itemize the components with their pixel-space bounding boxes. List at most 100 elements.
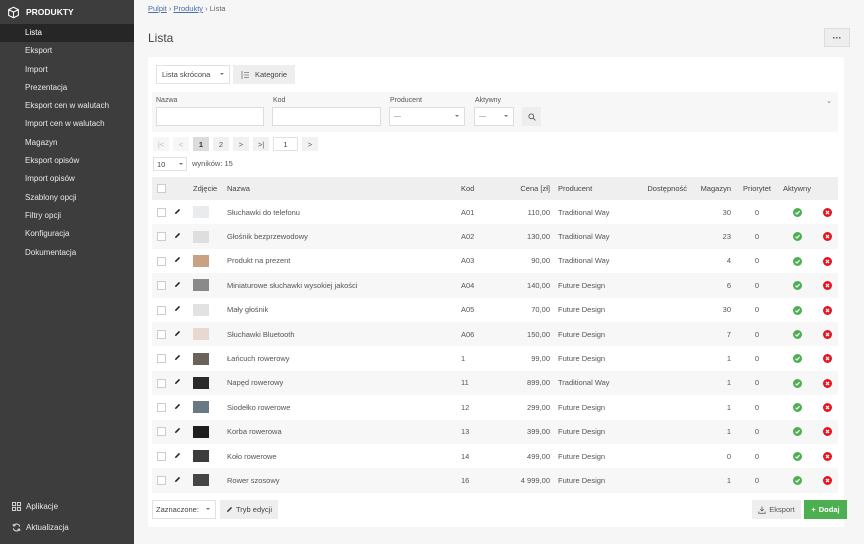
pencil-icon[interactable] xyxy=(174,281,181,288)
categories-button[interactable]: Kategorie xyxy=(233,65,295,84)
row-checkbox[interactable] xyxy=(157,476,166,486)
col-availability[interactable]: Dostępność xyxy=(638,177,693,200)
table-row[interactable]: Napęd rowerowy 11 899,00 Traditional Way 1 0 xyxy=(152,370,838,396)
product-thumbnail[interactable] xyxy=(193,328,209,341)
table-row[interactable]: Łańcuch rowerowy 1 99,00 Future Design 1 0 xyxy=(152,346,838,371)
pencil-icon[interactable] xyxy=(174,452,181,459)
filter-name-input[interactable] xyxy=(156,107,264,126)
col-price[interactable]: Cena [zł] xyxy=(506,177,558,200)
table-row[interactable]: Siodełko rowerowe 12 299,00 Future Design 1 0 xyxy=(152,395,838,420)
collapse-chevron-icon[interactable]: ⌄ xyxy=(826,97,832,105)
active-check-icon[interactable] xyxy=(792,329,802,339)
active-check-icon[interactable] xyxy=(792,403,802,413)
delete-icon[interactable] xyxy=(823,281,832,291)
pencil-icon[interactable] xyxy=(174,305,181,312)
row-checkbox[interactable] xyxy=(157,451,166,461)
delete-icon[interactable] xyxy=(823,476,832,486)
sidebar-item-aktualizacja[interactable]: Aktualizacja xyxy=(0,517,134,538)
pencil-icon[interactable] xyxy=(174,403,181,410)
pencil-icon[interactable] xyxy=(174,232,181,239)
product-thumbnail[interactable] xyxy=(193,376,209,389)
search-button[interactable] xyxy=(522,107,541,126)
delete-icon[interactable] xyxy=(823,207,832,217)
active-check-icon[interactable] xyxy=(792,281,802,291)
delete-icon[interactable] xyxy=(823,403,832,413)
sidebar-item-lista[interactable]: Lista xyxy=(0,24,134,43)
last-page-button[interactable]: >| xyxy=(253,137,269,151)
table-row[interactable]: Korba rowerowa 13 399,00 Future Design 1 0 xyxy=(152,419,838,444)
sidebar-item-prezentacja[interactable]: Prezentacja xyxy=(0,79,134,97)
row-checkbox[interactable] xyxy=(157,305,166,315)
delete-icon[interactable] xyxy=(823,329,832,339)
table-row[interactable]: Mały głośnik A05 70,00 Future Design 30 0 xyxy=(152,297,838,322)
col-priority[interactable]: Priorytet xyxy=(737,177,777,200)
table-row[interactable]: Głośnik bezprzewodowy A02 130,00 Traditiona… xyxy=(152,224,838,249)
product-thumbnail[interactable] xyxy=(193,352,209,365)
active-check-icon[interactable] xyxy=(792,305,802,315)
sidebar-item-eksport-cen-w-walutach[interactable]: Eksport cen w walutach xyxy=(0,97,134,115)
name-cell[interactable]: Siodełko rowerowe xyxy=(227,395,461,419)
active-check-icon[interactable] xyxy=(792,378,802,388)
bulk-action-select[interactable]: Zaznaczone: xyxy=(152,500,216,519)
name-cell[interactable]: Koło rowerowe xyxy=(227,444,461,468)
row-checkbox[interactable] xyxy=(157,403,166,413)
next-page-button[interactable]: > xyxy=(233,137,249,151)
pencil-icon[interactable] xyxy=(174,208,181,215)
row-checkbox[interactable] xyxy=(157,256,166,266)
col-producer[interactable]: Producent xyxy=(558,177,638,200)
product-thumbnail[interactable] xyxy=(193,254,209,267)
row-checkbox[interactable] xyxy=(157,232,166,242)
delete-icon[interactable] xyxy=(823,378,832,388)
sidebar-item-magazyn[interactable]: Magazyn xyxy=(0,134,134,152)
sidebar-item-eksport[interactable]: Eksport xyxy=(0,42,134,60)
pencil-icon[interactable] xyxy=(174,427,181,434)
table-row[interactable]: Produkt na prezent A03 90,00 Traditional Wa… xyxy=(152,248,838,274)
table-row[interactable]: Miniaturowe słuchawki wysokiej jakości A0… xyxy=(152,273,838,298)
sidebar-item-szablony-opcji[interactable]: Szablony opcji xyxy=(0,189,134,207)
add-product-button[interactable]: + Dodaj xyxy=(804,500,847,519)
export-button[interactable]: Eksport xyxy=(752,500,801,519)
row-checkbox[interactable] xyxy=(157,378,166,388)
product-thumbnail[interactable] xyxy=(193,450,209,463)
filter-code-input[interactable] xyxy=(272,107,381,126)
sidebar-item-filtry-opcji[interactable]: Filtry opcji xyxy=(0,207,134,225)
col-stock[interactable]: Magazyn xyxy=(693,177,737,200)
row-checkbox[interactable] xyxy=(157,329,166,339)
name-cell[interactable]: Korba rowerowa xyxy=(227,420,461,444)
page-number-input[interactable]: 1 xyxy=(273,137,298,151)
sidebar-item-import-cen-w-walutach[interactable]: Import cen w walutach xyxy=(0,115,134,133)
sidebar-item-konfiguracja[interactable]: Konfiguracja xyxy=(0,225,134,243)
sidebar-item-dokumentacja[interactable]: Dokumentacja xyxy=(0,244,134,262)
name-cell[interactable]: Słuchawki do telefonu xyxy=(227,200,461,224)
name-cell[interactable]: Produkt na prezent xyxy=(227,249,461,273)
per-page-select[interactable]: 10 xyxy=(153,157,187,171)
col-code[interactable]: Kod xyxy=(461,177,506,200)
active-check-icon[interactable] xyxy=(792,232,802,242)
row-checkbox[interactable] xyxy=(157,427,166,437)
col-active[interactable]: Aktywny xyxy=(777,177,817,200)
delete-icon[interactable] xyxy=(823,305,832,315)
view-mode-select[interactable]: Lista skrócona xyxy=(156,65,230,84)
delete-icon[interactable] xyxy=(823,427,832,437)
filter-active-select[interactable]: — xyxy=(474,107,514,126)
sidebar-item-aplikacje[interactable]: Aplikacje xyxy=(0,496,134,517)
select-all-checkbox[interactable] xyxy=(157,184,166,194)
pencil-icon[interactable] xyxy=(174,476,181,483)
edit-mode-button[interactable]: Tryb edycji xyxy=(220,500,278,519)
delete-icon[interactable] xyxy=(823,232,832,242)
active-check-icon[interactable] xyxy=(792,354,802,364)
name-cell[interactable]: Rower szosowy xyxy=(227,468,461,492)
active-check-icon[interactable] xyxy=(792,207,802,217)
name-cell[interactable]: Słuchawki Bluetooth xyxy=(227,322,461,346)
page-1-button[interactable]: 1 xyxy=(193,137,209,151)
filter-producer-select[interactable]: — xyxy=(389,107,465,126)
row-checkbox[interactable] xyxy=(157,281,166,291)
brand[interactable]: PRODUKTY xyxy=(0,0,134,24)
sidebar-item-eksport-opisów[interactable]: Eksport opisów xyxy=(0,152,134,170)
product-thumbnail[interactable] xyxy=(193,401,209,414)
breadcrumb-link-pulpit[interactable]: Pulpit xyxy=(148,4,167,13)
breadcrumb-link-produkty[interactable]: Produkty xyxy=(173,4,203,13)
product-thumbnail[interactable] xyxy=(193,474,209,487)
row-checkbox[interactable] xyxy=(157,207,166,217)
product-thumbnail[interactable] xyxy=(193,230,209,243)
